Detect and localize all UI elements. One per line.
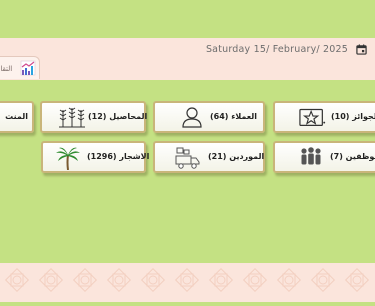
date-bar: Saturday 15/ February/ 2025 التقار	[0, 38, 375, 80]
palm-tree-icon	[56, 147, 80, 170]
trees-label: الاشجار (1296)	[87, 152, 150, 161]
products-button[interactable]: المنت	[0, 101, 34, 133]
dashboard-area: الجوائز (10) العملاء (64) المحاصيل (12) …	[0, 80, 375, 263]
suppliers-label: الموردين (21)	[208, 152, 265, 161]
employees-button[interactable]: الموظفين (7)	[273, 141, 375, 173]
employees-label: الموظفين (7)	[330, 152, 375, 161]
pattern-graphic	[0, 263, 375, 302]
star-badge-icon	[299, 108, 326, 127]
crops-button[interactable]: المحاصيل (12)	[40, 101, 148, 133]
clients-label: العملاء (64)	[210, 112, 258, 121]
products-label: المنت	[5, 112, 28, 121]
awards-label: الجوائز (10)	[331, 112, 375, 121]
clients-button[interactable]: العملاء (64)	[153, 101, 265, 133]
crops-label: المحاصيل (12)	[88, 112, 148, 121]
delivery-truck-icon	[175, 147, 200, 169]
chart-icon	[20, 60, 36, 76]
awards-button[interactable]: الجوائز (10)	[273, 101, 375, 133]
wheat-icon	[59, 107, 85, 128]
tab-reports-label: التقار	[0, 65, 13, 73]
current-date: Saturday 15/ February/ 2025	[205, 44, 348, 55]
top-band	[0, 0, 375, 38]
trees-button[interactable]: الاشجار (1296)	[41, 141, 150, 173]
suppliers-button[interactable]: الموردين (21)	[153, 141, 265, 173]
tab-reports[interactable]: التقار	[0, 56, 40, 79]
group-icon	[301, 147, 321, 165]
calendar-icon	[356, 44, 367, 55]
user-icon	[182, 107, 202, 128]
decorative-pattern	[0, 263, 375, 302]
